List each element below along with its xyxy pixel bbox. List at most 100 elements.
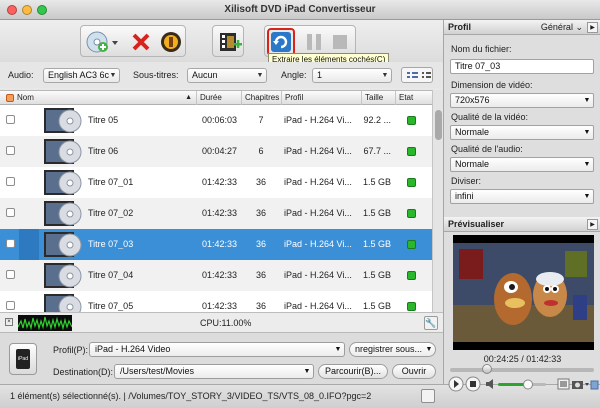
profile-select-value: iPad - H.264 Video: [95, 344, 171, 354]
row-chapters: 36: [255, 270, 266, 280]
subtitles-select-value: Aucun: [192, 70, 218, 80]
angle-select-value: 1: [317, 70, 323, 80]
row-duration: 01:42:33: [202, 177, 238, 187]
add-file-icon[interactable]: [86, 31, 118, 53]
snapshot-camera-icon[interactable]: [572, 381, 589, 389]
profile-panel-header: Profil Général ⌄ ▶: [444, 20, 600, 35]
scrollbar-thumb[interactable]: [435, 110, 442, 140]
preview-seek-bar[interactable]: [450, 364, 594, 374]
status-ok-icon: [407, 240, 416, 249]
row-size: 1.5 GB: [362, 177, 391, 187]
row-checkbox[interactable]: [6, 270, 15, 279]
properties-icon[interactable]: [161, 32, 181, 52]
volume-icon[interactable]: [486, 379, 493, 389]
split-select[interactable]: infini ▼: [450, 189, 594, 204]
select-all-checkbox[interactable]: [6, 94, 14, 102]
dvd-disc-icon: [44, 263, 82, 288]
row-profile: iPad - H.264 Vi...: [284, 115, 352, 125]
view-mode-toggle[interactable]: [401, 67, 433, 83]
chevron-down-icon: ▼: [425, 346, 433, 353]
preview-controls: [448, 376, 599, 392]
column-header-profile[interactable]: Profil: [281, 91, 361, 105]
seek-knob[interactable]: [482, 364, 492, 374]
filename-field[interactable]: Titre 07_03: [450, 59, 594, 74]
table-row[interactable]: Titre 07_05 01:42:33 36 iPad - H.264 Vi... 1…: [0, 291, 432, 312]
audio-quality-select[interactable]: Normale ▼: [450, 157, 594, 172]
column-header-duration[interactable]: Durée: [196, 91, 241, 105]
right-panel: Profil Général ⌄ ▶ Nom du fichier: Titre…: [443, 20, 600, 392]
column-header-name[interactable]: Nom ▲: [14, 91, 196, 105]
profile-mode-select[interactable]: Général ⌄: [541, 20, 583, 35]
destination-label: Destination(D):: [53, 367, 114, 377]
stop-preview-icon[interactable]: [465, 376, 481, 392]
toolbar-group-main: [80, 25, 186, 57]
video-quality-label: Qualité de la vidéo:: [451, 112, 529, 122]
row-checkbox[interactable]: [6, 239, 15, 248]
log-icon[interactable]: [421, 389, 435, 403]
list-view-icon: [407, 72, 431, 78]
row-checkbox[interactable]: [6, 115, 15, 124]
audio-quality-label: Qualité de l'audio:: [451, 144, 523, 154]
column-header-size[interactable]: Taille: [361, 91, 395, 105]
table-row[interactable]: Titre 07_04 01:42:33 36 iPad - H.264 Vi... 1…: [0, 260, 432, 291]
subtitles-select[interactable]: Aucun ▼: [187, 68, 267, 83]
device-button[interactable]: iPad: [9, 343, 37, 375]
volume-slider[interactable]: [498, 379, 546, 390]
row-checkbox[interactable]: [6, 146, 15, 155]
destination-select[interactable]: /Users/test/Movies ▼: [114, 364, 314, 379]
ipad-device-icon: iPad: [16, 349, 30, 369]
aspect-ratio-icon[interactable]: [557, 378, 570, 390]
panel-expand-icon[interactable]: ▶: [587, 219, 598, 230]
table-row[interactable]: Titre 05 00:06:03 7 iPad - H.264 Vi... 92.2 …: [0, 105, 432, 136]
delete-icon[interactable]: [132, 33, 150, 51]
stop-icon[interactable]: [333, 35, 347, 49]
angle-label: Angle:: [281, 70, 307, 80]
row-chapters: 36: [255, 208, 266, 218]
pause-icon[interactable]: [307, 34, 321, 50]
collapse-icon[interactable]: ×: [5, 318, 13, 326]
open-button[interactable]: Ouvrir: [392, 364, 436, 379]
row-name: Titre 07_02: [88, 208, 134, 218]
table-row[interactable]: Titre 07_01 01:42:33 36 iPad - H.264 Vi... 1…: [0, 167, 432, 198]
file-table-header: Nom ▲ Durée Chapitres Profil Taille Etat: [0, 90, 432, 105]
table-row[interactable]: Titre 06 00:04:27 6 iPad - H.264 Vi... 67.7 …: [0, 136, 432, 167]
row-profile: iPad - H.264 Vi...: [284, 301, 352, 311]
audio-label: Audio:: [8, 70, 34, 80]
add-clip-button[interactable]: [212, 25, 244, 57]
save-as-button[interactable]: nregistrer sous... ▼: [349, 342, 436, 357]
column-header-chapters[interactable]: Chapitres: [241, 91, 281, 105]
close-window-button[interactable]: [7, 5, 17, 15]
window-title: Xilisoft DVD iPad Convertisseur: [224, 4, 376, 15]
sort-up-icon: ▲: [185, 94, 192, 101]
row-checkbox[interactable]: [6, 177, 15, 186]
profile-label: Profil(P):: [53, 345, 89, 355]
file-table-scrollbar[interactable]: [432, 90, 443, 312]
angle-select[interactable]: 1 ▼: [312, 68, 392, 83]
column-header-status[interactable]: Etat: [395, 91, 432, 105]
panel-expand-icon[interactable]: ▶: [587, 22, 598, 33]
row-duration: 01:42:33: [202, 301, 238, 311]
dvd-disc-icon: [44, 232, 82, 257]
play-icon[interactable]: [448, 376, 464, 392]
folder-icon[interactable]: [590, 380, 599, 390]
row-name: Titre 06: [88, 146, 119, 156]
row-chapters: 7: [258, 115, 264, 125]
extract-convert-icon[interactable]: [267, 28, 295, 56]
zoom-window-button[interactable]: [37, 5, 47, 15]
minimize-window-button[interactable]: [22, 5, 32, 15]
row-profile: iPad - H.264 Vi...: [284, 239, 352, 249]
cpu-row: × CPU:11.00% 🔧: [0, 312, 443, 332]
row-checkbox[interactable]: [6, 208, 15, 217]
dimension-select[interactable]: 720x576 ▼: [450, 93, 594, 108]
audio-select[interactable]: English AC3 6c ▼: [43, 68, 120, 83]
profile-select[interactable]: iPad - H.264 Video ▼: [89, 342, 345, 357]
film-add-icon: [220, 33, 242, 51]
chevron-down-icon: ▼: [381, 72, 389, 79]
table-row[interactable]: Titre 07_02 01:42:33 36 iPad - H.264 Vi... 1…: [0, 198, 432, 229]
row-checkbox[interactable]: [6, 301, 15, 310]
video-quality-select[interactable]: Normale ▼: [450, 125, 594, 140]
settings-wrench-icon[interactable]: 🔧: [424, 316, 438, 330]
browse-button[interactable]: Parcourir(B)...: [318, 364, 388, 379]
table-row[interactable]: Titre 07_03 01:42:33 36 iPad - H.264 Vi... 1…: [0, 229, 432, 260]
cpu-usage: CPU:11.00%: [200, 318, 252, 328]
